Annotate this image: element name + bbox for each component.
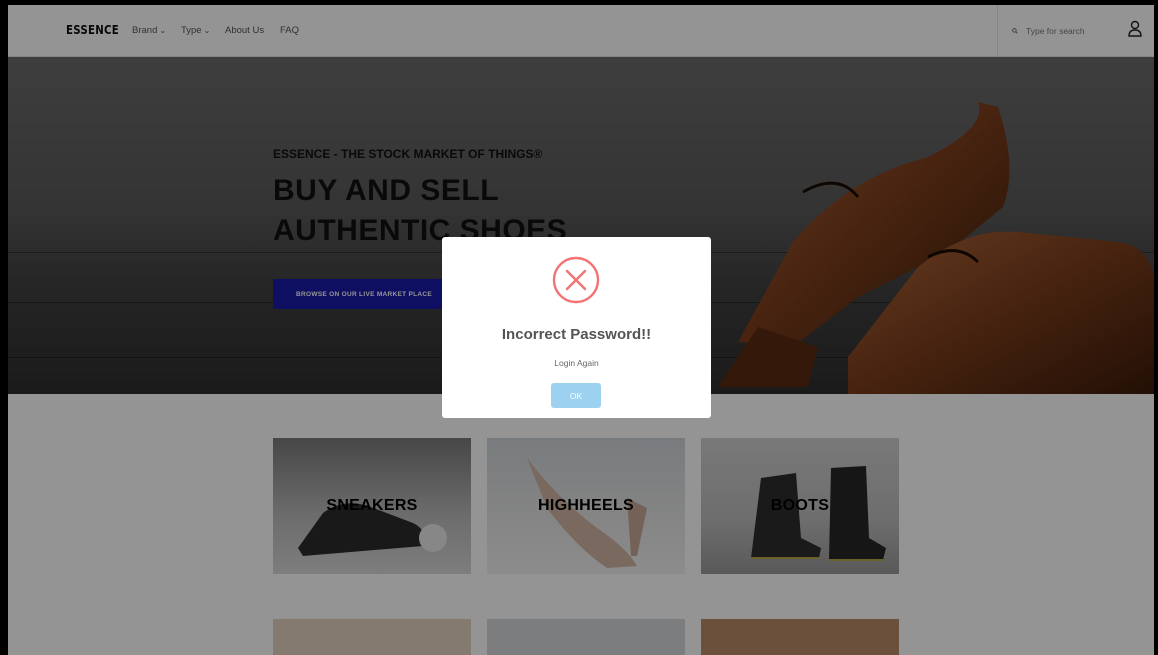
error-x-icon <box>552 256 600 304</box>
ok-button[interactable]: OK <box>551 383 601 408</box>
dialog-message: Login Again <box>554 358 599 368</box>
dialog-title: Incorrect Password!! <box>501 326 652 343</box>
incorrect-password-dialog: Incorrect Password!! Login Again OK <box>442 237 711 418</box>
browser-viewport: ESSENCE Brand ⌄ Type ⌄ About Us FAQ Type… <box>8 5 1154 655</box>
